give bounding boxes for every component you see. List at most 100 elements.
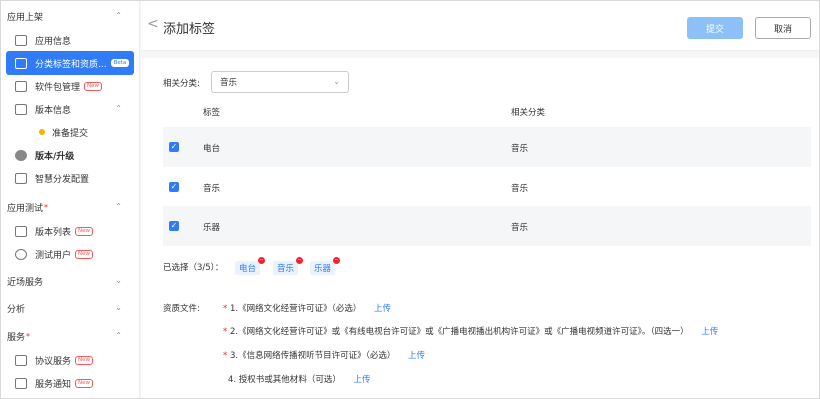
chip-label: 电台: [239, 264, 257, 274]
sidebar-item-label: 版本信息: [35, 105, 72, 116]
document-icon: [15, 57, 27, 69]
remove-icon[interactable]: −: [296, 257, 304, 264]
row-category: 音乐: [511, 223, 529, 233]
page-title: 添加标签: [163, 22, 216, 37]
sidebar-section-nearby-services[interactable]: 近场服务 ⌄: [1, 269, 140, 293]
sidebar-item-prepare-submit[interactable]: 准备提交: [1, 120, 140, 144]
main-content: 相关分类: 音乐 ⌄ 标签 相关分类 ✓ 电台 音乐 ✓ 音乐 音乐 ✓ 乐器 …: [141, 58, 819, 398]
required-mark: *: [26, 331, 31, 341]
sidebar-item-smart-distribution[interactable]: 智慧分发配置: [1, 166, 140, 190]
documents-label: 资质文件:: [163, 304, 200, 314]
row-category: 音乐: [511, 144, 529, 154]
required-mark: *: [223, 351, 228, 361]
table-row: ✓ 音乐 音乐: [163, 167, 811, 207]
chevron-up-icon: ⌃: [115, 202, 122, 211]
sidebar-item-label: 协议服务: [35, 356, 72, 367]
document-text: 2.《网络文化经营许可证》或《有线电视台许可证》或《广播电视播出机构许可证》或《…: [229, 327, 689, 337]
submit-button[interactable]: 提交: [687, 17, 743, 39]
distribution-icon: [15, 172, 27, 184]
required-mark: *: [223, 327, 228, 337]
row-category: 音乐: [511, 184, 529, 194]
column-header-category: 相关分类: [511, 108, 546, 118]
document-requirement: * 2.《网络文化经营许可证》或《有线电视台许可证》或《广播电视播出机构许可证》…: [223, 325, 718, 337]
sidebar-item-label: 分类标签和资质...: [35, 59, 107, 70]
chevron-up-icon: ⌃: [115, 11, 122, 20]
sidebar-item-version-list[interactable]: 版本列表 New: [1, 219, 140, 243]
new-badge: New: [75, 378, 94, 388]
chevron-up-icon: ⌃: [115, 104, 122, 113]
table-header: 标签 相关分类: [163, 106, 811, 124]
sidebar-item-test-users[interactable]: 测试用户 New: [1, 242, 140, 266]
beta-badge: Beta: [110, 59, 130, 67]
chip-label: 音乐: [277, 264, 295, 274]
document-requirement: * 1.《网络文化经营许可证》（必选） 上传: [223, 302, 391, 314]
document-icon: [15, 354, 27, 366]
cancel-button[interactable]: 取消: [755, 17, 811, 39]
selected-chip[interactable]: 音乐 −: [273, 257, 304, 275]
sidebar-section-services[interactable]: 服务 * ⌃: [1, 324, 140, 348]
selected-count-label: 已选择（3/5）：: [163, 263, 224, 273]
package-icon: [15, 80, 27, 92]
back-arrow-icon[interactable]: <: [147, 16, 159, 32]
document-text: 3.《信息网络传播视听节目许可证》（必选）: [229, 351, 396, 361]
selected-chip[interactable]: 乐器 −: [310, 257, 341, 275]
sidebar-item-category-tags[interactable]: 分类标签和资质... Beta: [6, 51, 134, 75]
chevron-down-icon: ⌄: [115, 303, 122, 312]
category-select-value: 音乐: [220, 78, 238, 88]
upload-link[interactable]: 上传: [354, 375, 371, 385]
document-icon: [15, 103, 27, 115]
sidebar-item-protocol-service[interactable]: 协议服务 New: [1, 348, 140, 372]
category-label: 相关分类:: [163, 79, 200, 89]
new-badge: New: [75, 249, 94, 259]
sidebar-item-version-info[interactable]: 版本信息 ⌃: [1, 97, 140, 121]
new-badge: New: [75, 355, 94, 365]
page-header: < 添加标签 提交 取消: [141, 1, 819, 51]
sidebar: 应用上架 ⌃ 应用信息 分类标签和资质... Beta 软件包管理 New 版本…: [1, 1, 140, 398]
sidebar-item-package-management[interactable]: 软件包管理 New: [1, 74, 140, 98]
remove-icon[interactable]: −: [333, 257, 341, 264]
sidebar-item-label: 准备提交: [52, 128, 89, 139]
sidebar-item-label: 应用信息: [35, 36, 72, 47]
section-label: 近场服务: [7, 277, 44, 288]
sidebar-item-label: 版本列表: [35, 227, 72, 238]
section-label: 分析: [7, 304, 26, 315]
document-text: 1.《网络文化经营许可证》（必选）: [229, 304, 362, 314]
sidebar-item-service-notice[interactable]: 服务通知 New: [1, 371, 140, 395]
sidebar-item-label: 软件包管理: [35, 82, 81, 93]
chevron-down-icon: ⌄: [333, 77, 340, 86]
document-text: 4. 授权书或其他材料（可选）: [228, 375, 341, 385]
required-mark: *: [223, 304, 228, 314]
checkbox-checked[interactable]: ✓: [169, 182, 179, 192]
document-requirement: * 3.《信息网络传播视听节目许可证》（必选） 上传: [223, 349, 425, 361]
sidebar-item-version-upgrade[interactable]: 版本/升级: [1, 143, 140, 167]
table-row: ✓ 电台 音乐: [163, 127, 811, 167]
sidebar-section-app-testing[interactable]: 应用测试 * ⌃: [1, 195, 140, 219]
selected-chip[interactable]: 电台 −: [235, 257, 266, 275]
required-mark: *: [44, 202, 49, 212]
category-select[interactable]: 音乐 ⌄: [211, 71, 349, 93]
sidebar-item-label: 服务通知: [35, 379, 72, 390]
sidebar-item-app-info[interactable]: 应用信息: [1, 28, 140, 52]
checkbox-checked[interactable]: ✓: [169, 221, 179, 231]
row-tag: 乐器: [203, 223, 221, 233]
chevron-down-icon: ⌄: [115, 276, 122, 285]
list-icon: [15, 225, 27, 237]
row-tag: 音乐: [203, 184, 221, 194]
status-dot-icon: [39, 129, 45, 135]
upload-link[interactable]: 上传: [701, 327, 718, 337]
row-tag: 电台: [203, 144, 221, 154]
column-header-tag: 标签: [203, 108, 221, 118]
upload-link[interactable]: 上传: [408, 351, 425, 361]
remove-icon[interactable]: −: [258, 257, 266, 264]
sidebar-item-label: 智慧分发配置: [35, 174, 90, 185]
sidebar-section-app-listing[interactable]: 应用上架 ⌃: [1, 4, 140, 28]
user-icon: [15, 248, 27, 260]
table-row: ✓ 乐器 音乐: [163, 206, 811, 246]
checkbox-checked[interactable]: ✓: [169, 142, 179, 152]
document-requirement: 4. 授权书或其他材料（可选） 上传: [228, 373, 371, 385]
upload-link[interactable]: 上传: [374, 304, 391, 314]
section-label: 应用上架: [7, 12, 44, 23]
notice-icon: [15, 377, 27, 389]
sidebar-section-analytics[interactable]: 分析 ⌄: [1, 296, 140, 320]
section-label: 服务: [7, 332, 26, 343]
